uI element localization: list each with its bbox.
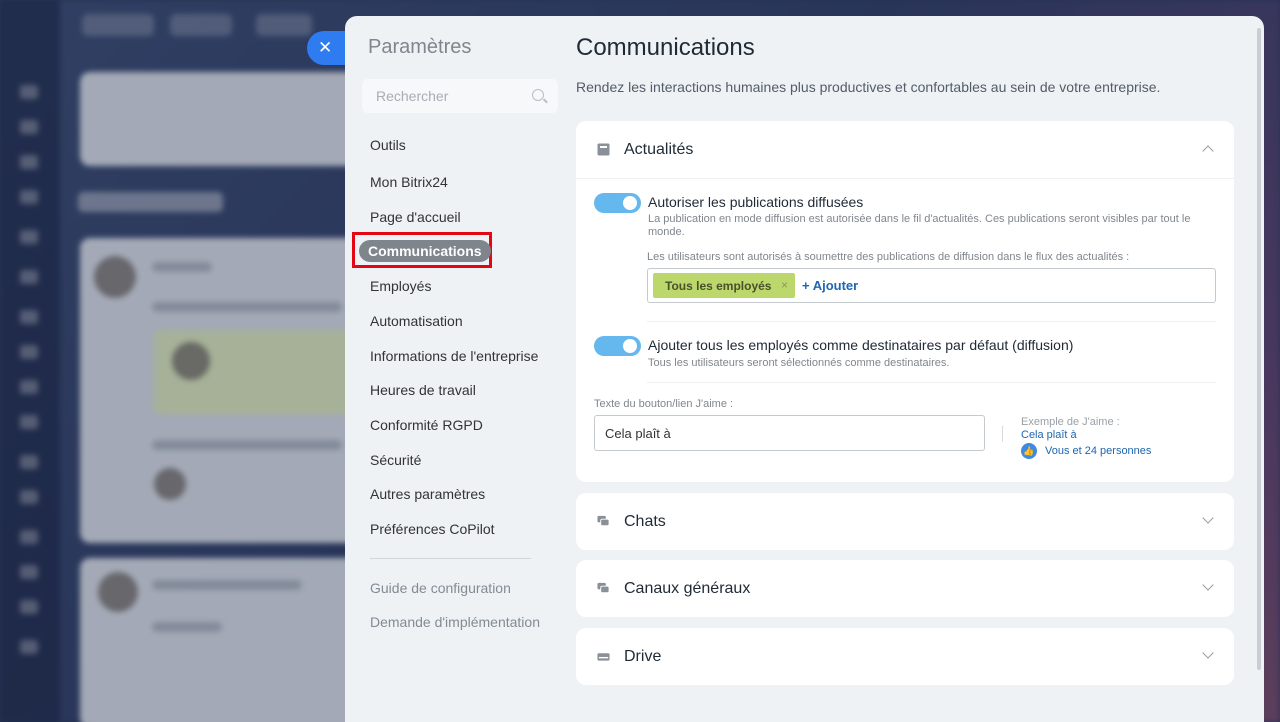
section-canaux-generaux-header[interactable]: Canaux généraux [576, 560, 1234, 617]
section-actualites-title: Actualités [624, 140, 694, 158]
section-drive: Drive [576, 628, 1234, 685]
settings-title: Paramètres [368, 36, 472, 58]
panel-scrollbar[interactable] [1257, 28, 1261, 670]
chat-bubbles-icon [597, 515, 610, 527]
broadcast-posts-label: Autoriser les publications diffusées [648, 194, 864, 210]
settings-search-input[interactable] [376, 88, 526, 104]
allowed-users-label: Les utilisateurs sont autorisés à soumet… [647, 251, 1130, 263]
tag-all-employees-label: Tous les employés [665, 278, 772, 293]
nav-separator [370, 558, 531, 559]
section-divider [576, 178, 1234, 179]
section-drive-title: Drive [624, 647, 662, 665]
nav-item-preferences-copilot[interactable]: Préférences CoPilot [370, 521, 495, 537]
nav-item-communications[interactable]: Communications [359, 240, 491, 262]
vertical-separator [1002, 426, 1003, 442]
settings-search[interactable] [362, 79, 558, 113]
section-chats-header[interactable]: Chats [576, 493, 1234, 550]
like-text-input[interactable] [594, 415, 985, 451]
like-example-link[interactable]: Cela plaît à [1021, 429, 1077, 441]
row-divider [647, 321, 1216, 322]
page-title: Communications [576, 34, 755, 61]
settings-panel: Paramètres Outils Mon Bitrix24 Page d'ac… [345, 16, 1264, 722]
section-drive-header[interactable]: Drive [576, 628, 1234, 685]
nav-item-mon-bitrix24[interactable]: Mon Bitrix24 [370, 174, 448, 190]
tag-remove-icon[interactable]: × [781, 278, 788, 292]
nav-item-automatisation[interactable]: Automatisation [370, 313, 463, 329]
section-actualites-header[interactable]: Actualités [576, 121, 1234, 178]
section-canaux-generaux: Canaux généraux [576, 560, 1234, 617]
like-example-label: Exemple de J'aime : [1021, 416, 1120, 428]
section-canaux-generaux-title: Canaux généraux [624, 579, 751, 597]
section-chats: Chats [576, 493, 1234, 550]
nav-item-autres-parametres[interactable]: Autres paramètres [370, 486, 485, 502]
newspaper-icon [597, 143, 610, 156]
allowed-users-field[interactable]: Tous les employés × + Ajouter [647, 268, 1216, 303]
add-users-link[interactable]: + Ajouter [802, 278, 858, 293]
like-example-count[interactable]: Vous et 24 personnes [1045, 445, 1151, 457]
page-description: Rendez les interactions humaines plus pr… [576, 79, 1161, 95]
chevron-down-icon[interactable] [1202, 512, 1214, 524]
toggle-default-recipients[interactable] [594, 336, 641, 356]
nav-item-conformite-rgpd[interactable]: Conformité RGPD [370, 417, 483, 433]
drive-icon [597, 653, 610, 661]
chevron-up-icon[interactable] [1202, 145, 1214, 157]
chevron-down-icon[interactable] [1202, 647, 1214, 659]
section-actualites: Actualités Autoriser les publications di… [576, 121, 1234, 482]
broadcast-posts-desc: La publication en mode diffusion est aut… [648, 213, 1191, 238]
nav-item-demande-implementation[interactable]: Demande d'implémentation [370, 614, 540, 630]
nav-item-securite[interactable]: Sécurité [370, 452, 421, 468]
tag-all-employees: Tous les employés × [653, 273, 795, 298]
section-chats-title: Chats [624, 512, 666, 530]
nav-item-heures-de-travail[interactable]: Heures de travail [370, 382, 476, 398]
nav-item-outils[interactable]: Outils [370, 137, 406, 153]
default-recipients-label: Ajouter tous les employés comme destinat… [648, 337, 1074, 353]
chevron-down-icon[interactable] [1202, 579, 1214, 591]
toggle-broadcast-posts[interactable] [594, 193, 641, 213]
default-recipients-desc: Tous les utilisateurs seront sélectionné… [648, 357, 950, 369]
like-text-label: Texte du bouton/lien J'aime : [594, 398, 734, 410]
nav-item-employes[interactable]: Employés [370, 278, 431, 294]
nav-item-page-accueil[interactable]: Page d'accueil [370, 209, 461, 225]
search-icon [532, 89, 544, 101]
thumbs-up-icon: 👍 [1021, 443, 1037, 459]
nav-item-informations-entreprise[interactable]: Informations de l'entreprise [370, 348, 538, 364]
close-icon: ✕ [318, 38, 333, 57]
nav-item-guide-configuration[interactable]: Guide de configuration [370, 580, 511, 596]
chat-bubbles-icon [597, 582, 610, 594]
row-divider [647, 382, 1216, 383]
